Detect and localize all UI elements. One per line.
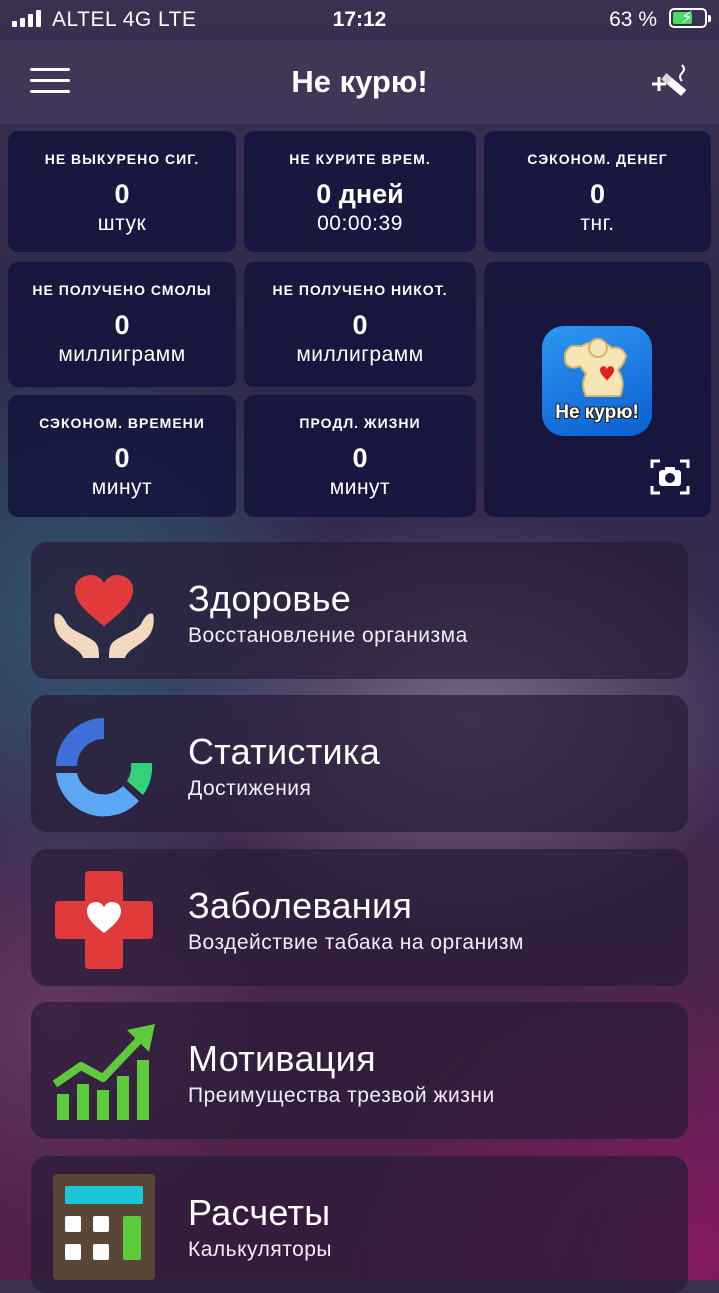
stat-tile-money: СЭКОНОМ. ДЕНЕГ 0 тнг. [484, 131, 711, 252]
menu-card-diseases[interactable]: Заболевания Воздействие табака на органи… [31, 849, 688, 986]
stat-value: 0 [114, 443, 130, 473]
calculator-icon [51, 1174, 157, 1280]
stat-unit: штук [97, 212, 147, 235]
card-subtitle: Преимущества трезвой жизни [188, 1084, 495, 1107]
stat-value: 0 [114, 179, 130, 209]
stat-unit: тнг. [580, 212, 615, 235]
stat-value: 0 дней [316, 179, 404, 209]
card-title: Заболевания [188, 885, 413, 926]
stat-unit: миллиграмм [296, 343, 424, 366]
app-logo: Не курю! [542, 326, 652, 436]
stat-value: 0 [352, 443, 368, 473]
menu-card-statistics[interactable]: Статистика Достижения [31, 695, 688, 832]
stat-tile-cigarettes: НЕ ВЫКУРЕНО СИГ. 0 штук [8, 131, 236, 252]
stat-unit: минут [329, 476, 391, 499]
card-title: Статистика [188, 731, 381, 772]
card-subtitle: Воздействие табака на организм [188, 931, 524, 954]
camera-icon[interactable] [650, 458, 690, 496]
stat-label: НЕ КУРИТЕ ВРЕМ. [289, 151, 431, 167]
card-subtitle: Достижения [188, 777, 312, 800]
stat-unit: миллиграмм [58, 343, 186, 366]
card-subtitle: Восстановление организма [188, 624, 468, 647]
card-subtitle: Калькуляторы [188, 1238, 333, 1261]
menu-card-motivation[interactable]: Мотивация Преимущества трезвой жизни [31, 1002, 688, 1139]
logo-tile: Не курю! [484, 262, 711, 517]
heart-hands-icon [51, 560, 157, 666]
stat-tile-nicotine: НЕ ПОЛУЧЕНО НИКОТ. 0 миллиграмм [244, 262, 476, 387]
logo-text: Не курю! [555, 402, 639, 423]
stat-label: ПРОДЛ. ЖИЗНИ [299, 415, 421, 431]
stat-label: НЕ ВЫКУРЕНО СИГ. [44, 151, 200, 167]
stat-label: НЕ ПОЛУЧЕНО НИКОТ. [272, 282, 448, 298]
battery-percent: 63 % [609, 8, 657, 31]
stat-tile-tar: НЕ ПОЛУЧЕНО СМОЛЫ 0 миллиграмм [8, 262, 236, 387]
medical-cross-icon [51, 867, 157, 973]
menu-card-health[interactable]: Здоровье Восстановление организма [31, 542, 688, 679]
growth-chart-icon [51, 1020, 157, 1126]
stat-label: СЭКОНОМ. ВРЕМЕНИ [39, 415, 205, 431]
stat-value: 0 [114, 310, 130, 340]
card-title: Здоровье [188, 578, 352, 619]
page-title: Не курю! [291, 64, 428, 99]
battery-icon: ⚡ [669, 8, 711, 28]
ring-chart-icon [51, 713, 157, 819]
card-title: Расчеты [188, 1192, 331, 1233]
menu-card-calculations[interactable]: Расчеты Калькуляторы [31, 1156, 688, 1293]
add-cigarette-icon[interactable] [649, 62, 691, 102]
nav-bar: Не курю! [0, 40, 719, 125]
stat-value: 0 [589, 179, 606, 209]
stat-tile-time: НЕ КУРИТЕ ВРЕМ. 0 дней 00:00:39 [244, 131, 476, 252]
stat-tile-life-extended: ПРОДЛ. ЖИЗНИ 0 минут [244, 395, 476, 517]
stat-label: СЭКОНОМ. ДЕНЕГ [527, 151, 668, 167]
status-bar: ALTEL 4G LTE 17:12 63 % ⚡ [0, 0, 719, 40]
stat-value: 0 [352, 310, 368, 340]
stat-unit: минут [91, 476, 153, 499]
stat-unit: 00:00:39 [317, 212, 403, 235]
stat-label: НЕ ПОЛУЧЕНО СМОЛЫ [32, 282, 212, 298]
stat-tile-saved-time: СЭКОНОМ. ВРЕМЕНИ 0 минут [8, 395, 236, 517]
card-title: Мотивация [188, 1038, 376, 1079]
